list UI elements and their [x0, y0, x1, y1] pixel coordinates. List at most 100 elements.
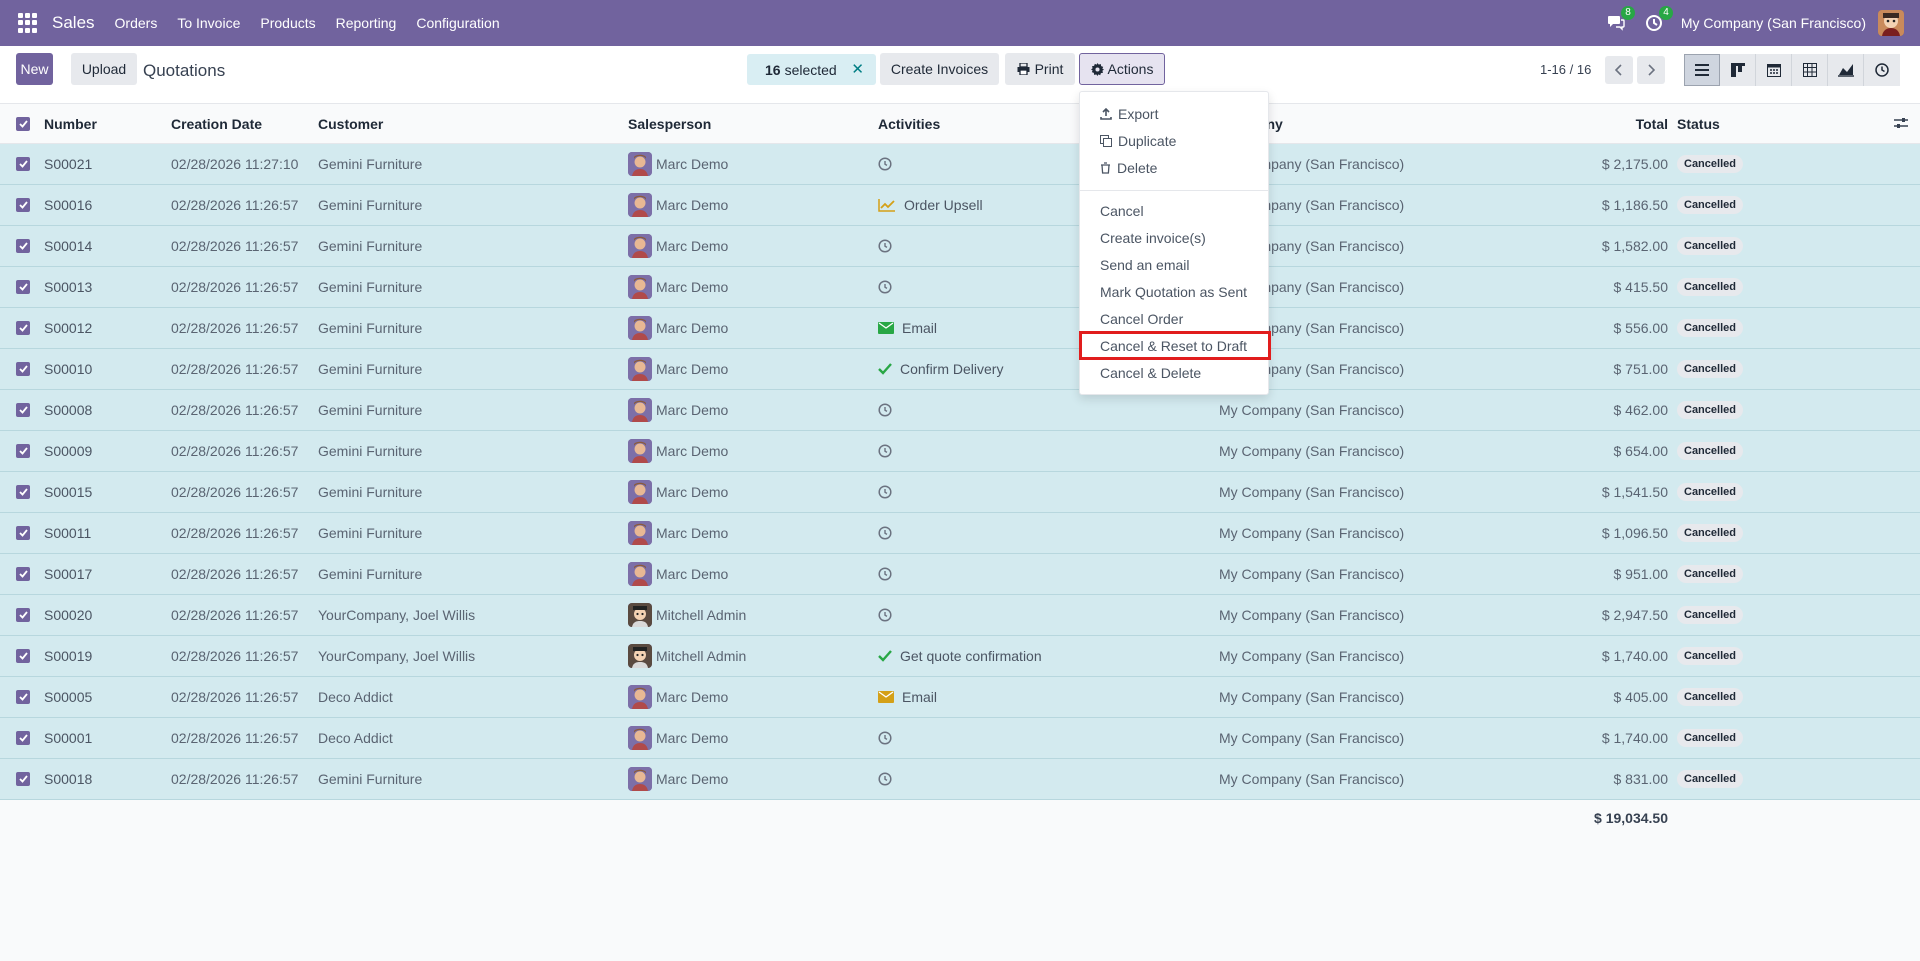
table-row[interactable]: S00001 02/28/2026 11:26:57 Deco Addict M…	[0, 718, 1920, 759]
cell-salesperson[interactable]: Marc Demo	[628, 349, 728, 389]
view-calendar-button[interactable]	[1756, 54, 1792, 86]
table-row[interactable]: S00015 02/28/2026 11:26:57 Gemini Furnit…	[0, 472, 1920, 513]
optional-columns-icon[interactable]	[1894, 116, 1908, 132]
cell-activity[interactable]: Email	[878, 677, 937, 717]
view-pivot-button[interactable]	[1792, 54, 1828, 86]
row-checkbox[interactable]	[16, 267, 30, 307]
cell-salesperson[interactable]: Marc Demo	[628, 472, 728, 512]
table-row[interactable]: S00010 02/28/2026 11:26:57 Gemini Furnit…	[0, 349, 1920, 390]
row-checkbox[interactable]	[16, 636, 30, 676]
cell-activity[interactable]	[878, 226, 900, 266]
cell-salesperson[interactable]: Marc Demo	[628, 390, 728, 430]
apps-menu-icon[interactable]	[18, 13, 38, 33]
table-row[interactable]: S00020 02/28/2026 11:26:57 YourCompany, …	[0, 595, 1920, 636]
clock-icon[interactable]	[878, 485, 896, 499]
view-kanban-button[interactable]	[1720, 54, 1756, 86]
header-total[interactable]: Total	[1636, 104, 1668, 143]
nav-configuration[interactable]: Configuration	[406, 0, 509, 46]
print-button[interactable]: Print	[1005, 53, 1075, 85]
row-checkbox[interactable]	[16, 677, 30, 717]
row-checkbox[interactable]	[16, 226, 30, 266]
cell-salesperson[interactable]: Marc Demo	[628, 144, 728, 184]
nav-reporting[interactable]: Reporting	[326, 0, 407, 46]
pager-previous-button[interactable]	[1605, 56, 1633, 84]
email-orange-icon[interactable]	[878, 691, 898, 703]
cell-activity[interactable]	[878, 554, 900, 594]
cell-salesperson[interactable]: Marc Demo	[628, 554, 728, 594]
menu-item-duplicate[interactable]: Duplicate	[1080, 127, 1268, 154]
header-creation-date[interactable]: Creation Date	[171, 104, 262, 143]
clear-selection-icon[interactable]: ✕	[851, 60, 864, 78]
row-checkbox[interactable]	[16, 185, 30, 225]
app-name[interactable]: Sales	[52, 13, 95, 33]
row-checkbox[interactable]	[16, 144, 30, 184]
row-checkbox[interactable]	[16, 513, 30, 553]
new-button[interactable]: New	[16, 53, 53, 85]
cell-salesperson[interactable]: Marc Demo	[628, 677, 728, 717]
check-icon[interactable]	[878, 650, 896, 662]
row-checkbox[interactable]	[16, 718, 30, 758]
upload-button[interactable]: Upload	[71, 53, 137, 85]
table-row[interactable]: S00013 02/28/2026 11:26:57 Gemini Furnit…	[0, 267, 1920, 308]
chart-up-icon[interactable]	[878, 198, 900, 212]
create-invoices-button[interactable]: Create Invoices	[880, 53, 999, 85]
cell-activity[interactable]: Email	[878, 308, 937, 348]
menu-item-export[interactable]: Export	[1080, 100, 1268, 127]
clock-icon[interactable]	[878, 526, 896, 540]
cell-activity[interactable]	[878, 472, 900, 512]
messages-icon[interactable]: 8	[1605, 6, 1635, 34]
menu-item-cancel[interactable]: Cancel	[1080, 197, 1268, 224]
table-row[interactable]: S00008 02/28/2026 11:26:57 Gemini Furnit…	[0, 390, 1920, 431]
cell-activity[interactable]	[878, 759, 900, 799]
clock-icon[interactable]	[878, 567, 896, 581]
table-row[interactable]: S00005 02/28/2026 11:26:57 Deco Addict M…	[0, 677, 1920, 718]
user-avatar[interactable]	[1878, 10, 1904, 36]
cell-activity[interactable]	[878, 513, 900, 553]
cell-activity[interactable]	[878, 144, 900, 184]
table-row[interactable]: S00009 02/28/2026 11:26:57 Gemini Furnit…	[0, 431, 1920, 472]
menu-item-delete[interactable]: Delete	[1080, 154, 1268, 181]
activities-icon[interactable]: 4	[1643, 6, 1673, 34]
clock-icon[interactable]	[878, 731, 896, 745]
table-row[interactable]: S00018 02/28/2026 11:26:57 Gemini Furnit…	[0, 759, 1920, 800]
email-green-icon[interactable]	[878, 322, 898, 334]
table-row[interactable]: S00017 02/28/2026 11:26:57 Gemini Furnit…	[0, 554, 1920, 595]
menu-item-send-email[interactable]: Send an email	[1080, 251, 1268, 278]
cell-salesperson[interactable]: Marc Demo	[628, 431, 728, 471]
header-salesperson[interactable]: Salesperson	[628, 104, 711, 143]
row-checkbox[interactable]	[16, 349, 30, 389]
cell-salesperson[interactable]: Mitchell Admin	[628, 636, 746, 676]
select-all-checkbox[interactable]	[16, 104, 30, 143]
clock-icon[interactable]	[878, 772, 896, 786]
row-checkbox[interactable]	[16, 595, 30, 635]
row-checkbox[interactable]	[16, 554, 30, 594]
cell-activity[interactable]	[878, 390, 900, 430]
cell-activity[interactable]	[878, 267, 900, 307]
company-switcher[interactable]: My Company (San Francisco)	[1681, 15, 1866, 31]
menu-item-cancel-reset-draft[interactable]: Cancel & Reset to Draft	[1079, 331, 1271, 360]
row-checkbox[interactable]	[16, 308, 30, 348]
actions-button[interactable]: Actions	[1079, 53, 1165, 85]
pager-value[interactable]: 1-16 / 16	[1540, 62, 1591, 77]
view-list-button[interactable]	[1684, 54, 1720, 86]
menu-item-mark-sent[interactable]: Mark Quotation as Sent	[1080, 278, 1268, 305]
check-icon[interactable]	[878, 363, 896, 375]
row-checkbox[interactable]	[16, 759, 30, 799]
cell-activity[interactable]: Get quote confirmation	[878, 636, 1042, 676]
menu-item-cancel-delete[interactable]: Cancel & Delete	[1080, 359, 1268, 386]
cell-activity[interactable]: Confirm Delivery	[878, 349, 1003, 389]
nav-to-invoice[interactable]: To Invoice	[167, 0, 250, 46]
table-row[interactable]: S00011 02/28/2026 11:26:57 Gemini Furnit…	[0, 513, 1920, 554]
row-checkbox[interactable]	[16, 390, 30, 430]
cell-activity[interactable]: Order Upsell	[878, 185, 983, 225]
table-row[interactable]: S00016 02/28/2026 11:26:57 Gemini Furnit…	[0, 185, 1920, 226]
cell-salesperson[interactable]: Marc Demo	[628, 267, 728, 307]
cell-activity[interactable]	[878, 595, 900, 635]
clock-icon[interactable]	[878, 280, 896, 294]
view-graph-button[interactable]	[1828, 54, 1864, 86]
cell-salesperson[interactable]: Marc Demo	[628, 185, 728, 225]
menu-item-cancel-order[interactable]: Cancel Order	[1080, 305, 1268, 332]
menu-item-create-invoices[interactable]: Create invoice(s)	[1080, 224, 1268, 251]
clock-icon[interactable]	[878, 239, 896, 253]
table-row[interactable]: S00019 02/28/2026 11:26:57 YourCompany, …	[0, 636, 1920, 677]
